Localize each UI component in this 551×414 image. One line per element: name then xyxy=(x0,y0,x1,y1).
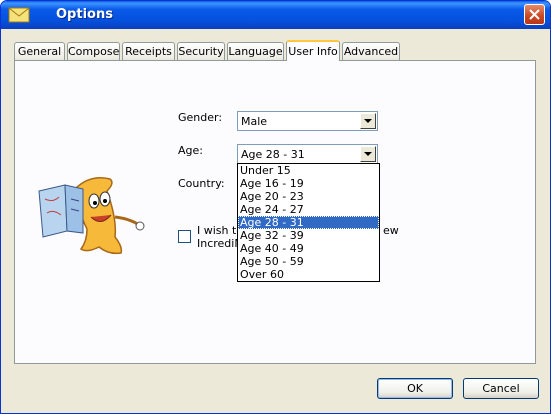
age-select[interactable]: Age 28 - 31 xyxy=(237,144,378,164)
gender-select[interactable]: Male xyxy=(237,111,378,131)
chevron-down-icon[interactable] xyxy=(360,146,376,162)
tab-security[interactable]: Security xyxy=(177,42,225,60)
close-button[interactable] xyxy=(524,4,545,25)
ok-button[interactable]: OK xyxy=(377,378,453,399)
list-item[interactable]: Under 15 xyxy=(238,164,379,177)
window-title: Options xyxy=(56,7,113,22)
cancel-button[interactable]: Cancel xyxy=(463,378,539,399)
list-item-selected[interactable]: Age 28 - 31 xyxy=(238,216,379,229)
title-bar[interactable]: Options xyxy=(1,1,550,29)
app-icon xyxy=(7,4,31,26)
list-item[interactable]: Over 60 xyxy=(238,268,379,281)
tab-compose[interactable]: Compose xyxy=(67,42,120,60)
list-item[interactable]: Age 20 - 23 xyxy=(238,190,379,203)
tab-general[interactable]: General xyxy=(14,42,65,60)
chevron-down-icon[interactable] xyxy=(360,113,376,129)
tab-advanced[interactable]: Advanced xyxy=(342,42,400,60)
country-label: Country: xyxy=(178,177,225,190)
opt-in-checkbox[interactable] xyxy=(178,230,191,243)
checkbox-text-line1-tail: ew xyxy=(383,224,399,237)
close-icon xyxy=(529,9,540,20)
tab-language[interactable]: Language xyxy=(227,42,284,60)
age-label: Age: xyxy=(178,144,203,157)
mascot-illustration xyxy=(35,169,145,262)
options-dialog: Options General Compose Receipts Securit… xyxy=(0,0,551,414)
gender-label: Gender: xyxy=(178,111,223,124)
list-item[interactable]: Age 40 - 49 xyxy=(238,242,379,255)
list-item[interactable]: Age 50 - 59 xyxy=(238,255,379,268)
age-dropdown-list[interactable]: Under 15 Age 16 - 19 Age 20 - 23 Age 24 … xyxy=(237,163,380,282)
list-item[interactable]: Age 24 - 27 xyxy=(238,203,379,216)
list-item[interactable]: Age 32 - 39 xyxy=(238,229,379,242)
tab-user-info[interactable]: User Info xyxy=(286,40,340,61)
tab-receipts[interactable]: Receipts xyxy=(122,42,175,60)
gender-value: Male xyxy=(241,115,268,128)
age-value: Age 28 - 31 xyxy=(241,148,305,161)
list-item[interactable]: Age 16 - 19 xyxy=(238,177,379,190)
